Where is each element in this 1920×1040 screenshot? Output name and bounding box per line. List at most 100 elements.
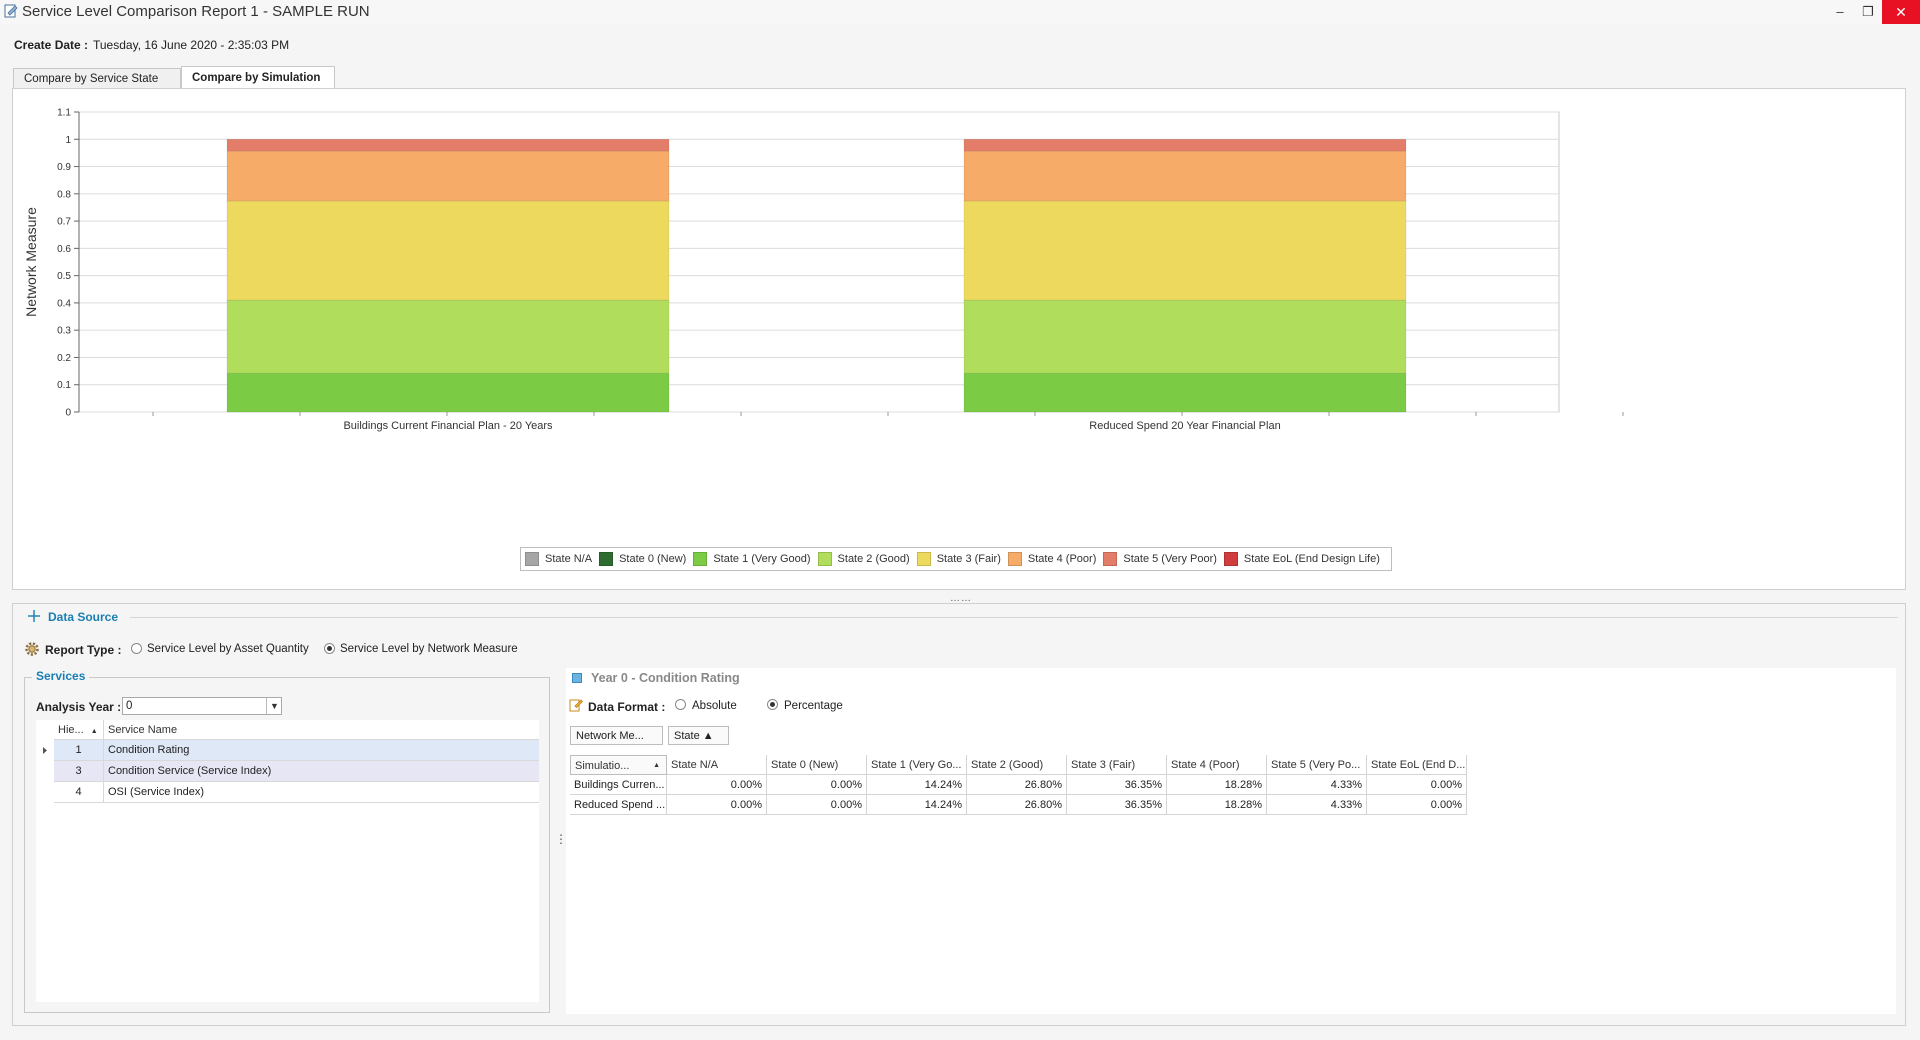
data-cell: 36.35% xyxy=(1067,775,1167,795)
bar-segment[interactable] xyxy=(226,138,670,152)
y-tick-label: 0.4 xyxy=(57,298,71,309)
legend-label: State 4 (Poor) xyxy=(1027,553,1097,565)
legend-item[interactable]: State 4 (Poor) xyxy=(1007,552,1097,566)
analysis-year-select[interactable] xyxy=(122,697,282,715)
y-tick-label: 0.2 xyxy=(57,353,71,364)
legend-label: State 1 (Very Good) xyxy=(713,553,811,565)
legend-item[interactable]: State 1 (Very Good) xyxy=(693,552,811,566)
data-cell: 14.24% xyxy=(867,795,967,815)
y-tick-label: 1.1 xyxy=(57,108,71,119)
hierarchy-cell: 1 xyxy=(54,740,104,761)
bar-segment[interactable] xyxy=(963,372,1407,413)
bar-segment[interactable] xyxy=(226,150,670,202)
create-date-value: Tuesday, 16 June 2020 - 2:35:03 PM xyxy=(93,38,290,52)
services-title: Services xyxy=(32,669,90,683)
column-header[interactable]: State 1 (Very Go... xyxy=(867,755,967,775)
format-icon xyxy=(569,699,583,712)
y-tick-label: 0.5 xyxy=(57,271,71,282)
header-hierarchy-label: Hie... xyxy=(58,724,84,736)
asset-quantity-radio[interactable] xyxy=(131,643,142,654)
result-title: Year 0 - Condition Rating xyxy=(591,671,740,685)
column-header[interactable]: State 2 (Good) xyxy=(967,755,1067,775)
legend-swatch xyxy=(916,552,931,566)
square-icon xyxy=(572,673,582,683)
tab-compare-by-simulation[interactable]: Compare by Simulation xyxy=(181,66,335,88)
restore-button[interactable]: ❐ xyxy=(1852,0,1884,24)
column-header[interactable]: State 5 (Very Po... xyxy=(1267,755,1367,775)
data-source-title: Data Source xyxy=(48,610,119,624)
absolute-radio[interactable] xyxy=(675,699,686,710)
percentage-radio[interactable] xyxy=(767,699,778,710)
header-hierarchy[interactable]: Hie... ▲ xyxy=(54,720,104,740)
legend-swatch xyxy=(817,552,832,566)
row-header-cell[interactable]: Reduced Spend ... xyxy=(570,795,667,815)
tab-compare-by-service-state[interactable]: Compare by Service State xyxy=(13,68,181,88)
create-date-label: Create Date : xyxy=(14,38,89,52)
hierarchy-cell: 3 xyxy=(54,761,104,782)
data-cell: 0.00% xyxy=(1367,775,1467,795)
absolute-option-label[interactable]: Absolute xyxy=(692,700,737,712)
data-cell: 0.00% xyxy=(667,775,767,795)
data-cell: 18.28% xyxy=(1167,795,1267,815)
close-button[interactable]: ✕ xyxy=(1882,0,1920,24)
percentage-option-label[interactable]: Percentage xyxy=(784,700,843,712)
column-header[interactable]: State EoL (End D... xyxy=(1367,755,1467,775)
bar-segment[interactable] xyxy=(963,150,1407,202)
column-header[interactable]: State N/A xyxy=(667,755,767,775)
analysis-year-value[interactable]: 0 xyxy=(126,700,132,712)
sort-asc-icon: ▲ xyxy=(90,728,98,735)
bar-segment[interactable] xyxy=(226,200,670,301)
legend-item[interactable]: State N/A xyxy=(525,552,592,566)
legend-label: State 3 (Fair) xyxy=(936,553,1001,565)
bar-segment[interactable] xyxy=(963,299,1407,374)
row-field-simulation[interactable]: Simulatio... ▲ xyxy=(570,755,667,775)
network-measure-option-label[interactable]: Service Level by Network Measure xyxy=(340,643,518,655)
table-row[interactable]: 4 OSI (Service Index) xyxy=(36,782,539,803)
y-tick-label: 0.1 xyxy=(57,380,71,391)
network-measure-radio[interactable] xyxy=(324,643,335,654)
stacked-bar-chart: 0 0.1 0.2 0.3 0.4 0.5 0.6 0.7 0.8 0.9 1 1.1 Network … xyxy=(23,108,1624,432)
legend-item[interactable]: State EoL (End Design Life) xyxy=(1223,552,1380,566)
legend-label: State 0 (New) xyxy=(619,553,687,565)
y-tick-label: 0.7 xyxy=(57,217,71,228)
data-cell: 0.00% xyxy=(1367,795,1467,815)
bar-segment[interactable] xyxy=(963,138,1407,152)
asset-quantity-option-label[interactable]: Service Level by Asset Quantity xyxy=(147,643,309,655)
report-type-label: Report Type : xyxy=(45,643,122,657)
bar-segment[interactable] xyxy=(226,372,670,413)
data-format-label: Data Format : xyxy=(588,700,666,714)
data-cell: 4.33% xyxy=(1267,795,1367,815)
row-header-cell[interactable]: Buildings Curren... xyxy=(570,775,667,795)
legend-label: State 2 (Good) xyxy=(837,553,910,565)
table-row[interactable]: 1 Condition Rating xyxy=(36,740,539,761)
bar-segment[interactable] xyxy=(963,200,1407,301)
legend-item[interactable]: State 3 (Fair) xyxy=(916,552,1001,566)
chevron-down-icon[interactable]: ▼ xyxy=(266,698,282,714)
pin-icon[interactable] xyxy=(28,610,40,622)
group-field-network-measure[interactable]: Network Me... xyxy=(570,726,663,745)
bar-segment[interactable] xyxy=(226,299,670,374)
data-cell: 26.80% xyxy=(967,795,1067,815)
chart-legend: State N/A State 0 (New) State 1 (Very Good… xyxy=(520,547,1392,571)
header-service-name[interactable]: Service Name xyxy=(104,720,539,740)
legend-swatch xyxy=(693,552,708,566)
services-grid: Hie... ▲ Service Name 1 Condition Rating… xyxy=(36,720,539,1002)
legend-swatch xyxy=(1007,552,1022,566)
column-header[interactable]: State 4 (Poor) xyxy=(1167,755,1267,775)
y-tick-label: 0.8 xyxy=(57,189,71,200)
column-header[interactable]: State 3 (Fair) xyxy=(1067,755,1167,775)
legend-swatch xyxy=(599,552,614,566)
legend-item[interactable]: State 0 (New) xyxy=(599,552,686,566)
report-icon xyxy=(4,4,18,18)
y-tick-label: 1 xyxy=(65,135,71,146)
column-header[interactable]: State 0 (New) xyxy=(767,755,867,775)
legend-item[interactable]: State 5 (Very Poor) xyxy=(1103,552,1217,566)
data-cell: 0.00% xyxy=(767,795,867,815)
sort-asc-icon: ▲ xyxy=(653,762,660,769)
data-cell: 4.33% xyxy=(1267,775,1367,795)
service-name-cell: Condition Service (Service Index) xyxy=(104,761,539,782)
y-tick-label: 0.9 xyxy=(57,162,71,173)
table-row[interactable]: 3 Condition Service (Service Index) xyxy=(36,761,539,782)
group-field-state[interactable]: State ▲ xyxy=(668,726,729,745)
legend-item[interactable]: State 2 (Good) xyxy=(817,552,910,566)
